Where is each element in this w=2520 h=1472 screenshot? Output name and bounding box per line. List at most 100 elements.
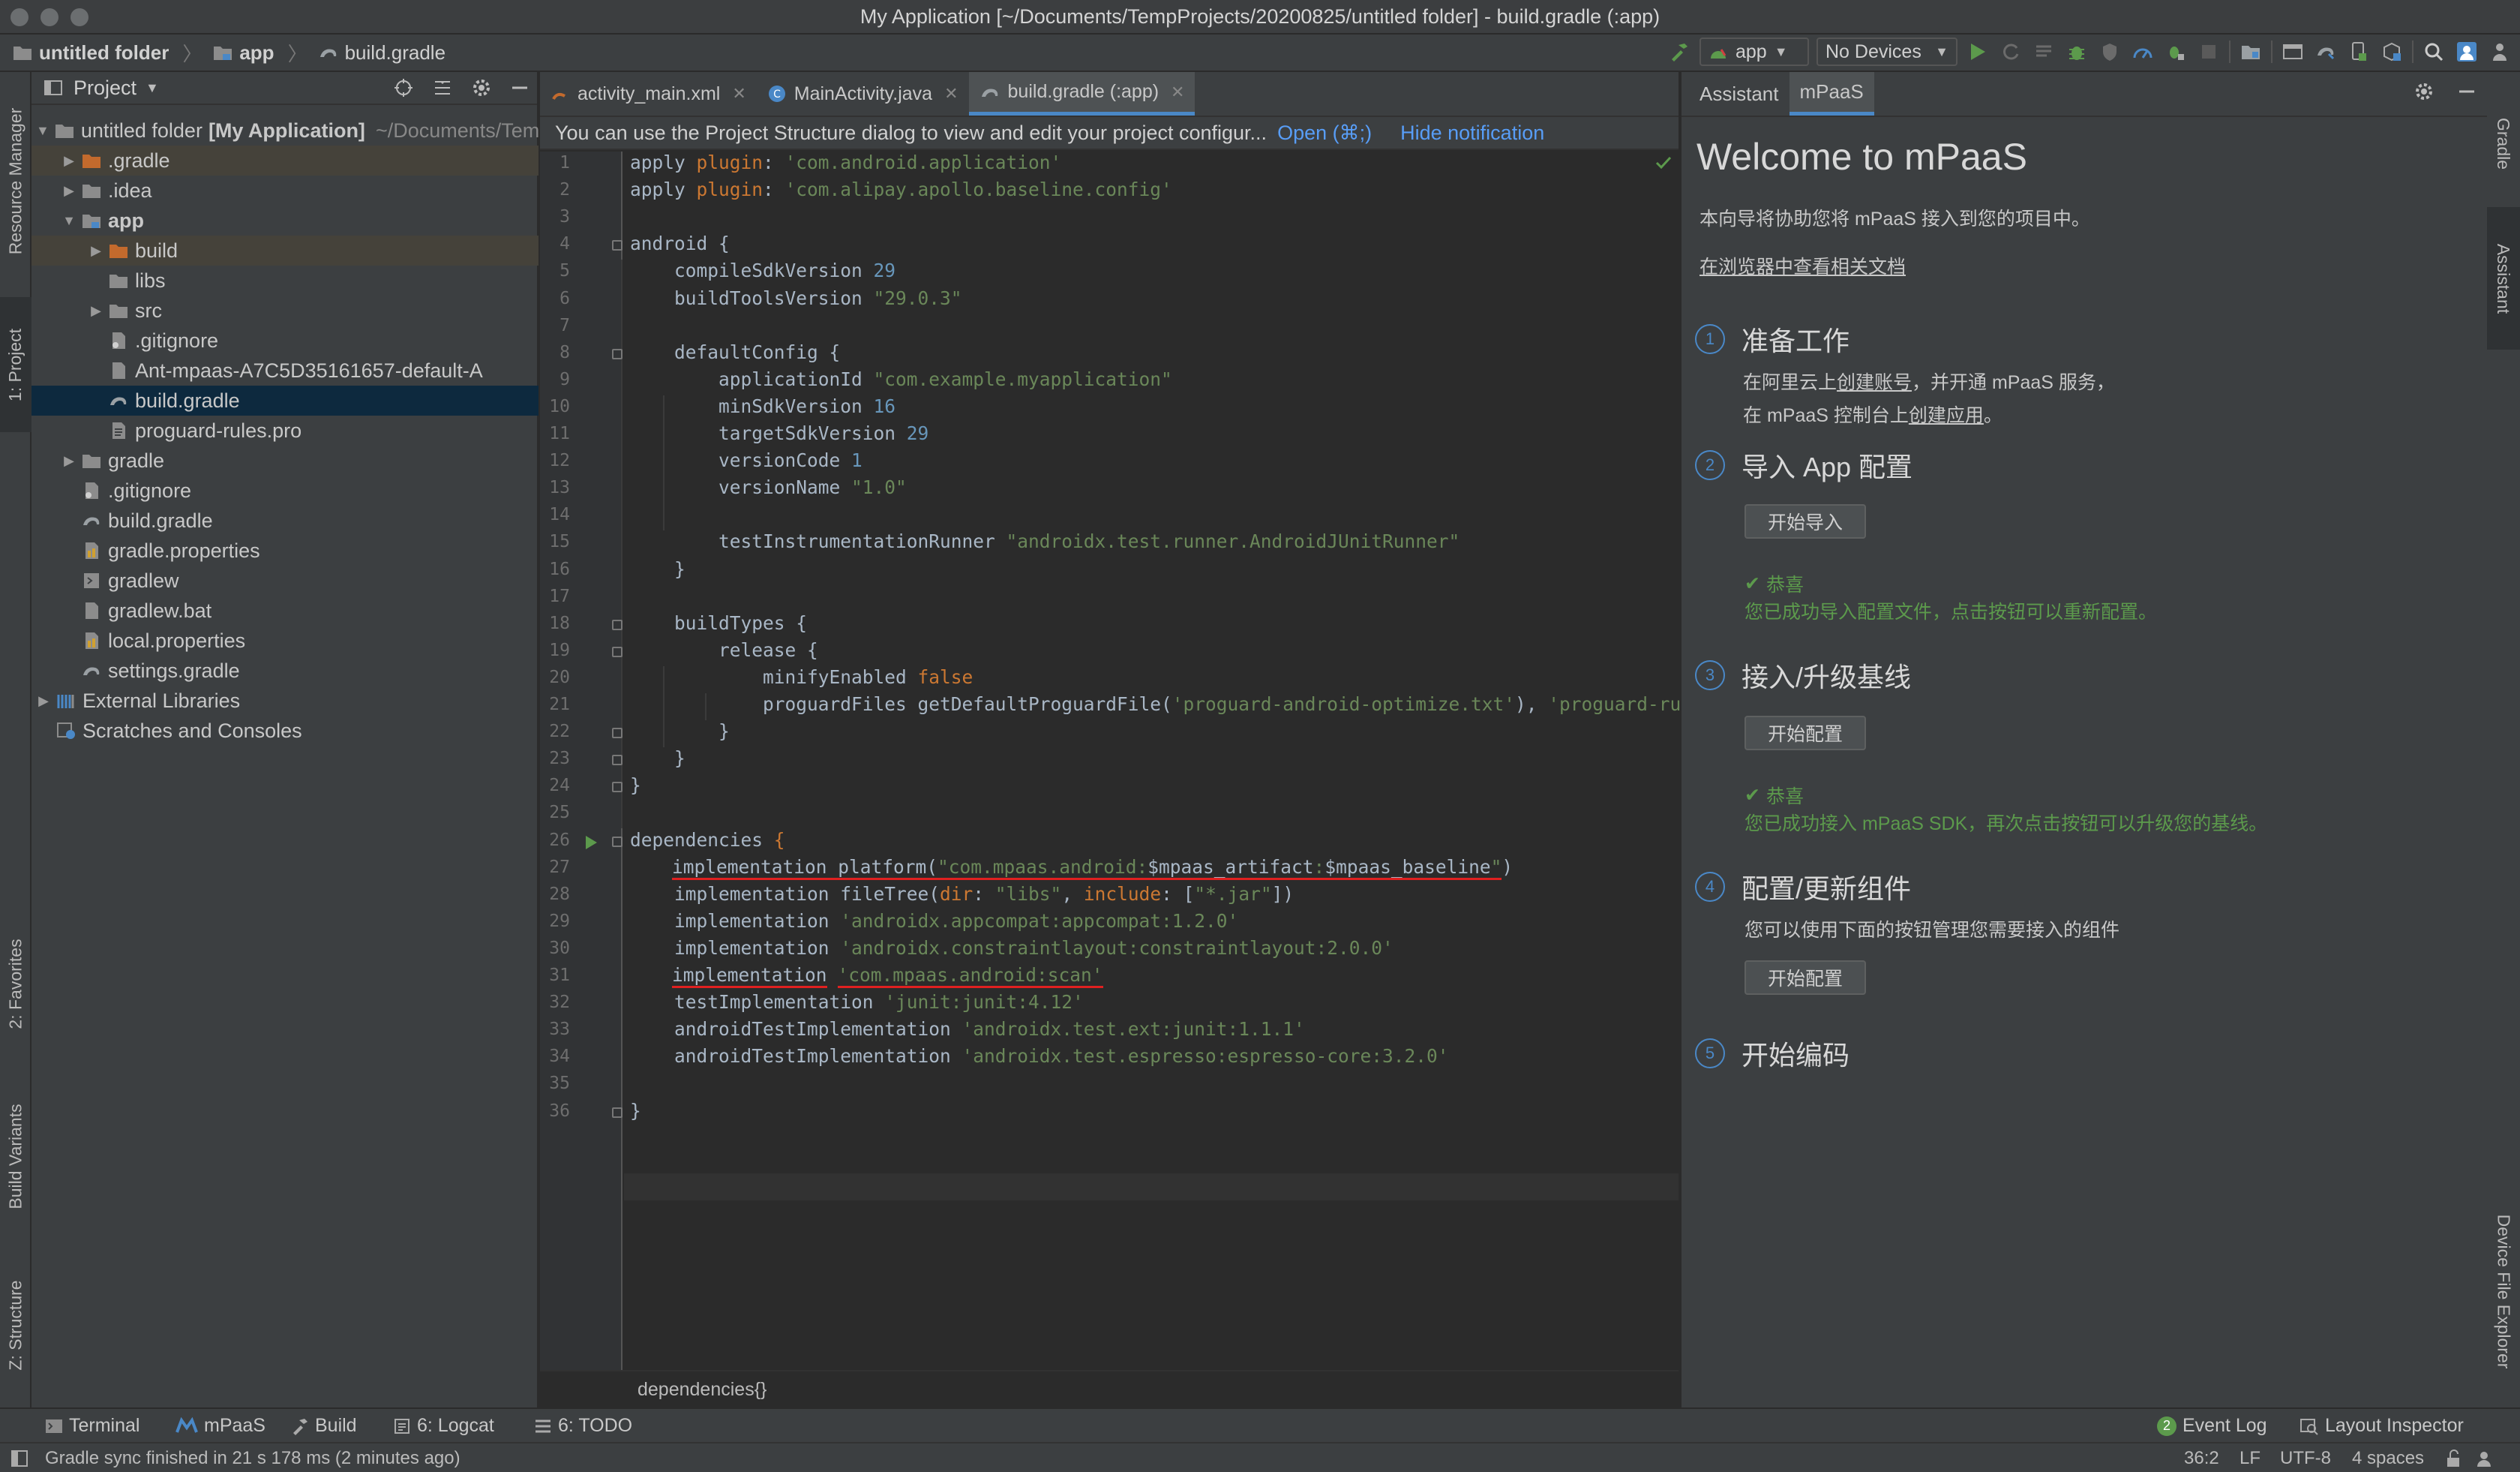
code-line[interactable]: }: [630, 747, 686, 769]
tab-activity-main-xml[interactable]: activity_main.xml ✕: [540, 72, 757, 116]
code-line[interactable]: dependencies {: [630, 829, 785, 851]
tree-item-gradle-properties[interactable]: gradle.properties: [32, 536, 538, 566]
project-view-selector[interactable]: Project: [74, 77, 136, 100]
chevron-down-icon[interactable]: ▼: [36, 123, 50, 138]
fold-marker-icon[interactable]: [612, 755, 622, 766]
create-app-link[interactable]: 创建应用: [1909, 405, 1984, 426]
todo-tab[interactable]: 6: TODO: [534, 1415, 632, 1437]
code-line[interactable]: androidTestImplementation 'androidx.test…: [630, 1018, 1305, 1040]
chevron-right-icon[interactable]: ▶: [88, 303, 104, 318]
gear-icon[interactable]: [2414, 81, 2434, 102]
account-button[interactable]: [2454, 39, 2480, 65]
device-select[interactable]: No Devices ▼: [1816, 38, 1958, 66]
resource-manager-tab[interactable]: Resource Manager: [0, 80, 32, 282]
project-structure-button[interactable]: [2238, 39, 2264, 65]
tree-item-app-gitignore[interactable]: .gitignore: [32, 326, 538, 356]
breadcrumb-file[interactable]: build.gradle: [318, 41, 446, 65]
tree-item-mpaas-config[interactable]: Ant-mpaas-A7C5D35161657-default-A: [32, 356, 538, 386]
close-tab-icon[interactable]: ✕: [732, 84, 746, 104]
layout-toggle-button[interactable]: [2487, 39, 2512, 65]
chevron-right-icon[interactable]: ▶: [36, 693, 51, 708]
chevron-right-icon[interactable]: ▶: [62, 453, 76, 468]
search-everywhere-button[interactable]: [2421, 39, 2446, 65]
sdk-manager-button[interactable]: [2280, 39, 2306, 65]
apply-code-changes-button[interactable]: [2031, 39, 2056, 65]
logcat-tab[interactable]: 6: Logcat: [393, 1415, 494, 1437]
code-line[interactable]: buildToolsVersion "29.0.3": [630, 287, 962, 309]
code-line[interactable]: android {: [630, 233, 730, 254]
stop-button[interactable]: [2196, 39, 2222, 65]
view-docs-link[interactable]: 在浏览器中查看相关文档: [1700, 252, 1906, 279]
code-line[interactable]: implementation platform("com.mpaas.andro…: [672, 855, 1513, 880]
chevron-down-icon[interactable]: ▼: [62, 213, 76, 228]
code-line[interactable]: implementation 'androidx.constraintlayou…: [630, 937, 1394, 959]
tree-item-external-libraries[interactable]: ▶ External Libraries: [32, 686, 538, 716]
indent-setting[interactable]: 4 spaces: [2352, 1448, 2424, 1469]
event-log-tab[interactable]: 2 Event Log: [2157, 1415, 2267, 1437]
coverage-button[interactable]: [2097, 39, 2122, 65]
code-line[interactable]: implementation fileTree(dir: "libs", inc…: [630, 883, 1294, 905]
tab-mainactivity-java[interactable]: C MainActivity.java ✕: [757, 72, 969, 116]
start-component-config-button[interactable]: 开始配置: [1744, 960, 1866, 995]
run-config-select[interactable]: app ▼: [1700, 38, 1809, 66]
hide-notification-link[interactable]: Hide notification: [1400, 122, 1544, 145]
breadcrumb-project[interactable]: untitled folder: [12, 41, 169, 65]
code-line[interactable]: implementation'com.mpaas.android:scan': [672, 964, 1103, 988]
run-button[interactable]: [1965, 39, 1990, 65]
tree-item-gradlew[interactable]: gradlew: [32, 566, 538, 596]
tab-mpaas[interactable]: mPaaS: [1789, 72, 1874, 116]
debug-button[interactable]: [2064, 39, 2090, 65]
fold-marker-icon[interactable]: [612, 782, 622, 793]
tree-item-root-gitignore[interactable]: .gitignore: [32, 476, 538, 506]
attach-debugger-button[interactable]: [2163, 39, 2188, 65]
code-line[interactable]: androidTestImplementation 'androidx.test…: [630, 1045, 1449, 1067]
close-tab-icon[interactable]: ✕: [1171, 83, 1184, 102]
run-gutter-icon[interactable]: [584, 834, 598, 851]
code-line[interactable]: }: [630, 774, 641, 796]
profile-button[interactable]: [2130, 39, 2156, 65]
code-line[interactable]: apply plugin: 'com.alipay.apollo.baselin…: [630, 179, 1172, 200]
breadcrumb-module[interactable]: app: [212, 41, 274, 65]
avd-manager-button[interactable]: [2346, 39, 2372, 65]
code-line[interactable]: buildTypes {: [630, 612, 807, 634]
tree-item-gradle-cache[interactable]: ▶ .gradle: [32, 146, 538, 176]
fold-marker-icon[interactable]: [612, 619, 622, 630]
line-separator[interactable]: LF: [2240, 1448, 2260, 1469]
chevron-right-icon[interactable]: ▶: [62, 153, 76, 168]
code-line[interactable]: proguardFiles getDefaultProguardFile('pr…: [630, 693, 1769, 715]
fold-marker-icon[interactable]: [612, 646, 622, 657]
code-line[interactable]: targetSdkVersion 29: [630, 422, 928, 444]
minimize-icon[interactable]: [2457, 82, 2476, 101]
tree-item-gradlew-bat[interactable]: gradlew.bat: [32, 596, 538, 626]
tree-item-settings-gradle[interactable]: settings.gradle: [32, 656, 538, 686]
device-file-explorer-tab[interactable]: Device File Explorer: [2487, 1182, 2520, 1400]
mpaas-tools-button[interactable]: [2379, 39, 2404, 65]
editor-breadcrumb[interactable]: dependencies{}: [638, 1379, 766, 1401]
apply-changes-restart-button[interactable]: [1998, 39, 2024, 65]
gear-icon[interactable]: [471, 77, 492, 98]
code-line[interactable]: release {: [630, 639, 818, 661]
file-encoding[interactable]: UTF-8: [2280, 1448, 2331, 1469]
tree-item-root-build-gradle[interactable]: build.gradle: [32, 506, 538, 536]
code-line[interactable]: compileSdkVersion 29: [630, 260, 896, 281]
mpaas-tab[interactable]: mPaaS: [176, 1415, 266, 1437]
fold-marker-icon[interactable]: [612, 348, 622, 359]
tab-build-gradle-app[interactable]: build.gradle (:app) ✕: [968, 72, 1196, 116]
minimize-icon[interactable]: [510, 78, 530, 98]
make-project-button[interactable]: [1666, 39, 1692, 65]
tree-item-app[interactable]: ▼ app: [32, 206, 538, 236]
sync-gradle-button[interactable]: [2313, 39, 2338, 65]
project-tool-tab[interactable]: 1: Project: [0, 297, 32, 432]
tree-item-gradle[interactable]: ▶ gradle: [32, 446, 538, 476]
collapse-all-icon[interactable]: [432, 77, 453, 98]
code-line[interactable]: apply plugin: 'com.android.application': [630, 152, 1061, 173]
fold-marker-icon[interactable]: [612, 728, 622, 739]
code-line[interactable]: minifyEnabled false: [630, 666, 973, 688]
close-tab-icon[interactable]: ✕: [944, 84, 958, 104]
layout-inspector-tab[interactable]: Layout Inspector: [2300, 1415, 2464, 1437]
code-line[interactable]: }: [630, 1100, 641, 1122]
gradle-tool-tab[interactable]: Gradle: [2487, 87, 2520, 200]
code-line[interactable]: }: [630, 720, 730, 742]
build-variants-tool-tab[interactable]: Build Variants: [0, 1077, 32, 1235]
start-import-button[interactable]: 开始导入: [1744, 504, 1866, 539]
